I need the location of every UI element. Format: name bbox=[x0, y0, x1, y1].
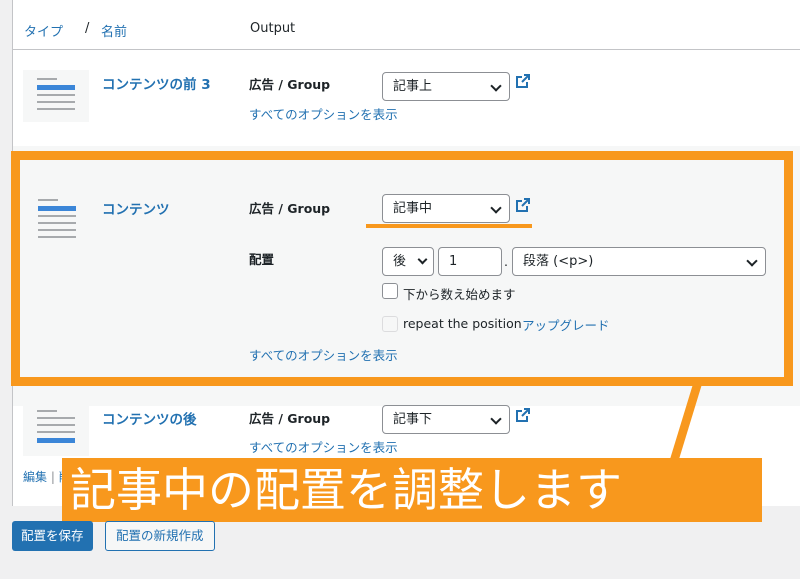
highlight-frame bbox=[11, 151, 793, 386]
row-actions-separator: | bbox=[50, 470, 55, 484]
ad-group-select-value: 記事上 bbox=[393, 79, 433, 94]
ad-group-select[interactable]: 記事上 bbox=[382, 72, 510, 101]
ad-group-select-value: 記事下 bbox=[393, 412, 433, 427]
chevron-down-icon bbox=[490, 80, 502, 92]
external-link-icon[interactable] bbox=[516, 408, 530, 422]
output-column-header: Output bbox=[250, 21, 296, 36]
table-header: タイプ / 名前 Output bbox=[13, 0, 800, 50]
header-separator: / bbox=[85, 21, 90, 36]
content-placement-icon bbox=[23, 70, 89, 122]
annotation-banner: 記事中の配置を調整します bbox=[62, 458, 762, 522]
show-all-options-link[interactable]: すべてのオプションを表示 bbox=[249, 437, 398, 456]
sort-by-type-link[interactable]: タイプ bbox=[24, 21, 63, 40]
external-link-icon[interactable] bbox=[516, 74, 530, 88]
ad-group-label: 広告 / Group bbox=[249, 411, 331, 426]
highlight-underline bbox=[366, 224, 532, 228]
chevron-down-icon bbox=[490, 413, 502, 425]
content-placement-icon bbox=[23, 404, 89, 456]
placement-name-link[interactable]: コンテンツの前 3 bbox=[102, 73, 211, 93]
new-placement-button[interactable]: 配置の新規作成 bbox=[105, 521, 215, 551]
save-placements-button[interactable]: 配置を保存 bbox=[12, 521, 93, 551]
sort-by-name-link[interactable]: 名前 bbox=[101, 21, 127, 40]
placement-name-link[interactable]: コンテンツの後 bbox=[102, 408, 197, 428]
ad-group-label: 広告 / Group bbox=[249, 77, 331, 92]
show-all-options-link[interactable]: すべてのオプションを表示 bbox=[249, 104, 398, 123]
ad-group-select[interactable]: 記事下 bbox=[382, 405, 510, 434]
edit-link[interactable]: 編集 bbox=[23, 470, 47, 484]
